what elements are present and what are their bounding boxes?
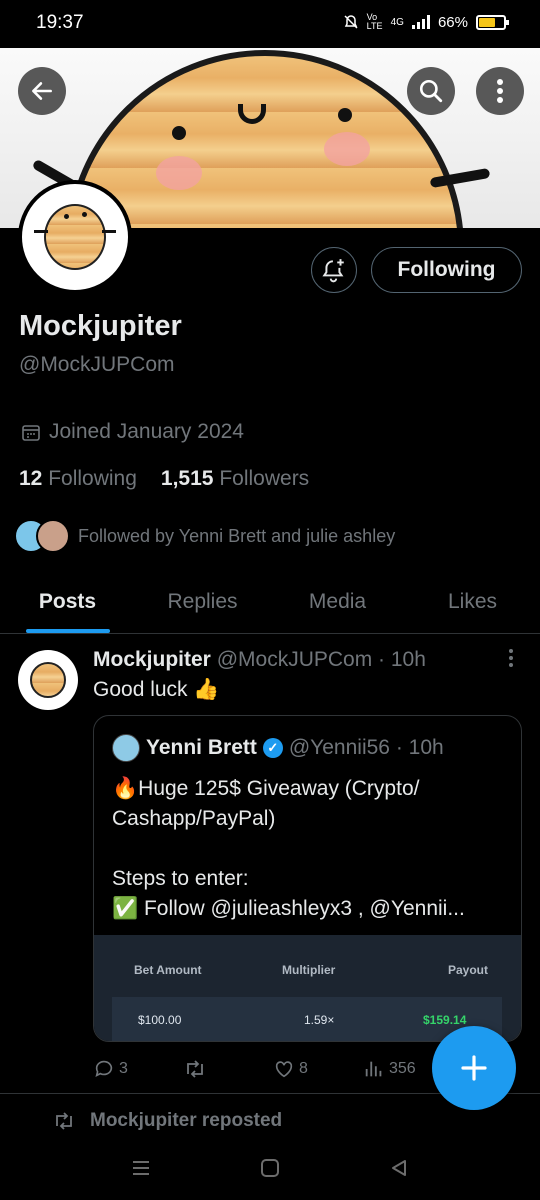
following-button[interactable]: Following <box>371 247 522 293</box>
reply-count: 3 <box>119 1060 128 1077</box>
table-header-multiplier: Multiplier <box>282 963 336 977</box>
profile-tabs: Posts Replies Media Likes <box>0 570 540 634</box>
followed-by-text: Followed by Yenni Brett and julie ashley <box>78 525 396 546</box>
arrow-left-icon <box>32 82 52 100</box>
followers-count: 1,515 <box>160 467 214 490</box>
battery-percent: 66% <box>437 13 468 31</box>
table-header-bet: Bet Amount <box>134 963 202 977</box>
table-cell-payout: $159.14 <box>423 1013 467 1027</box>
repost-icon <box>56 1112 72 1130</box>
follower-avatars <box>14 519 70 553</box>
views-chart-icon <box>365 1061 382 1077</box>
network-label: 4G <box>390 16 404 28</box>
profile-name: Mockjupiter <box>19 310 182 342</box>
status-time: 19:37 <box>36 12 84 33</box>
profile-avatar[interactable] <box>18 180 132 294</box>
post-author[interactable]: Mockjupiter <box>93 648 211 671</box>
post-handle-time: @MockJUPCom · 10h <box>216 648 426 671</box>
bell-plus-icon <box>322 259 344 283</box>
tab-media[interactable]: Media <box>270 570 405 633</box>
following-count-link[interactable]: 12 Following <box>19 467 137 491</box>
home-icon[interactable] <box>260 1158 280 1178</box>
quote-handle-time: @Yennii56 · 10h <box>288 736 444 759</box>
mute-icon <box>344 15 358 29</box>
tab-replies[interactable]: Replies <box>135 570 270 633</box>
plus-icon <box>461 1055 487 1081</box>
repost-button[interactable] <box>183 1058 273 1080</box>
post-more-button[interactable] <box>508 648 514 674</box>
banner-planet-image <box>66 50 464 228</box>
followed-by[interactable]: Followed by Yenni Brett and julie ashley <box>14 519 395 553</box>
volte-label: Vo LTE <box>366 12 383 31</box>
joined-text: Joined January 2024 <box>49 420 244 443</box>
status-bar: 19:37 Vo LTE 4G 66% <box>0 0 540 48</box>
back-nav-icon[interactable] <box>389 1158 409 1178</box>
follower-avatar-2 <box>36 519 70 553</box>
quote-avatar <box>112 734 140 762</box>
calendar-icon <box>22 425 40 441</box>
heart-icon <box>275 1061 293 1078</box>
reply-button[interactable]: 3 <box>93 1058 183 1080</box>
post[interactable]: Mockjupiter @MockJUPCom · 10h Good luck … <box>0 634 540 1094</box>
system-nav-bar <box>0 1140 540 1200</box>
quote-line-2: Cashapp/PayPal) <box>112 807 276 830</box>
like-button[interactable]: 8 <box>273 1058 363 1080</box>
follow-stats: 12 Following 1,515 Followers <box>19 467 309 491</box>
followers-label: Followers <box>219 467 310 490</box>
like-count: 8 <box>299 1060 308 1077</box>
status-icons: Vo LTE 4G 66% <box>343 12 509 31</box>
quoted-post[interactable]: Yenni Brett ✓ @Yennii56 · 10h 🔥Huge 125$… <box>93 715 522 1042</box>
quote-line-1: 🔥Huge 125$ Giveaway (Crypto/ <box>112 777 420 800</box>
quote-media-image[interactable]: Bet Amount Multiplier Payout $100.00 1.5… <box>94 935 521 1041</box>
verified-badge-icon: ✓ <box>262 738 283 758</box>
profile-handle: @MockJUPCom <box>19 353 175 376</box>
followers-count-link[interactable]: 1,515 Followers <box>161 467 309 491</box>
search-icon <box>419 79 443 103</box>
tab-posts[interactable]: Posts <box>0 570 135 633</box>
post-avatar[interactable] <box>18 650 78 710</box>
joined-date: Joined January 2024 <box>21 420 244 444</box>
post-text: Good luck 👍 <box>93 678 220 701</box>
table-cell-bet: $100.00 <box>138 1013 182 1027</box>
repost-banner: Mockjupiter reposted <box>52 1110 282 1132</box>
post-header: Mockjupiter @MockJUPCom · 10h <box>93 648 426 672</box>
quote-author: Yenni Brett <box>146 736 257 759</box>
following-count: 12 <box>19 467 43 490</box>
back-button[interactable] <box>18 67 66 115</box>
reply-icon <box>95 1060 113 1077</box>
quote-header: Yenni Brett ✓ @Yennii56 · 10h <box>112 734 444 762</box>
compose-button[interactable] <box>432 1026 516 1110</box>
quote-line-4: ✅ Follow @julieashleyx3 , @Yennii... <box>112 897 465 920</box>
view-count: 356 <box>389 1060 416 1077</box>
battery-icon <box>476 14 509 30</box>
search-button[interactable] <box>407 67 455 115</box>
quote-text: 🔥Huge 125$ Giveaway (Crypto/ Cashapp/Pay… <box>112 774 512 924</box>
signal-icon <box>411 15 430 29</box>
more-options-button[interactable] <box>476 67 524 115</box>
more-vertical-icon <box>497 79 503 103</box>
repost-banner-text: Mockjupiter reposted <box>90 1110 283 1131</box>
quote-line-3: Steps to enter: <box>112 867 249 890</box>
table-header-payout: Payout <box>448 963 489 977</box>
notifications-button[interactable] <box>311 247 357 293</box>
more-vertical-icon <box>509 649 513 667</box>
following-label: Following <box>48 467 137 490</box>
recent-apps-icon[interactable] <box>131 1158 151 1178</box>
table-cell-multiplier: 1.59× <box>304 1013 335 1027</box>
repost-icon <box>187 1060 203 1078</box>
tab-likes[interactable]: Likes <box>405 570 540 633</box>
